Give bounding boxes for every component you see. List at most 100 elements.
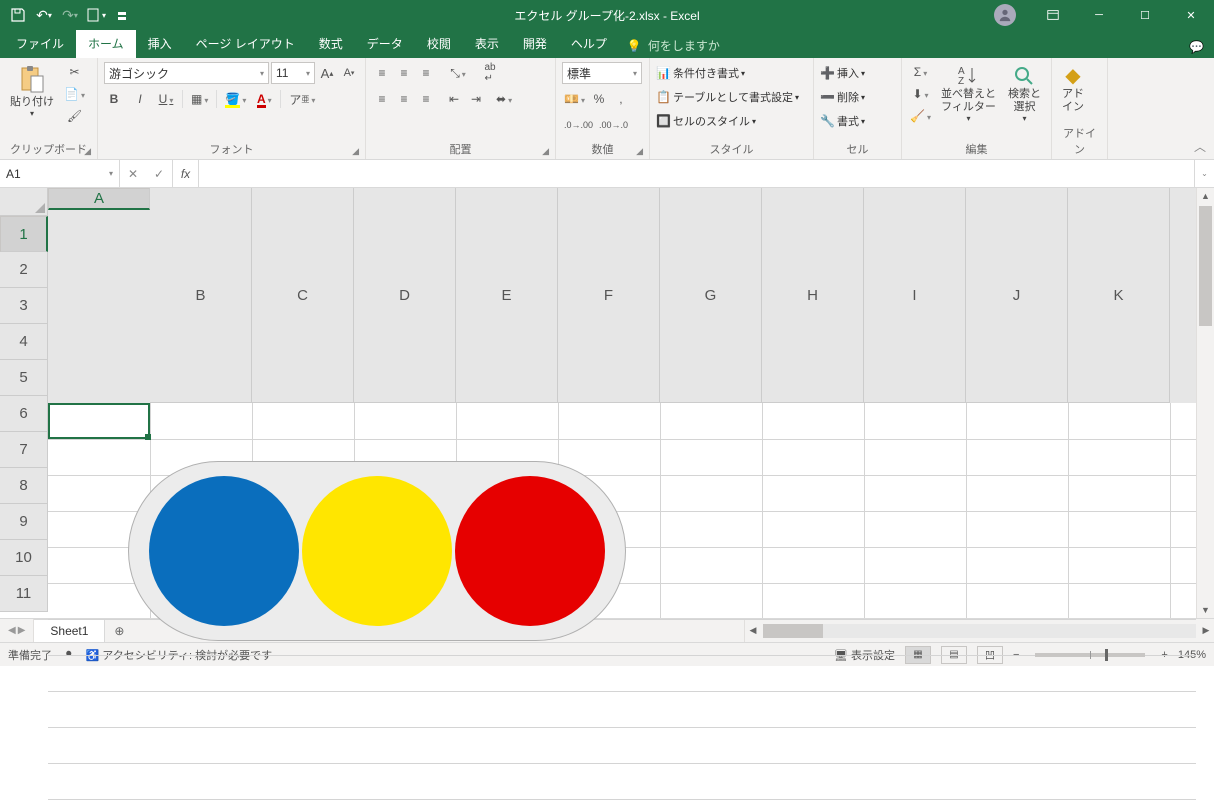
insert-cells-button[interactable]: ➕挿入▾ — [820, 62, 865, 84]
scroll-up-button[interactable]: ▲ — [1197, 188, 1214, 204]
comma-button[interactable]: , — [611, 89, 631, 109]
row-header-7[interactable]: 7 — [0, 432, 48, 468]
vscroll-thumb[interactable] — [1199, 206, 1212, 326]
fill-handle[interactable] — [145, 434, 151, 440]
tab-file[interactable]: ファイル — [4, 29, 76, 58]
redo-button[interactable]: ↷▾ — [58, 3, 82, 27]
shape-circle-blue[interactable] — [149, 476, 299, 626]
align-middle-button[interactable]: ≡ — [394, 63, 414, 83]
row-header-3[interactable]: 3 — [0, 288, 48, 324]
column-header-H[interactable]: H — [762, 188, 864, 403]
row-header-4[interactable]: 4 — [0, 324, 48, 360]
cells-area[interactable] — [48, 403, 1196, 618]
bold-button[interactable]: B — [104, 89, 124, 109]
increase-indent-button[interactable]: ⇥ — [466, 89, 486, 109]
scroll-down-button[interactable]: ▼ — [1197, 602, 1214, 618]
accounting-button[interactable]: 💴 — [562, 89, 587, 109]
tab-help[interactable]: ヘルプ — [559, 29, 619, 58]
align-left-button[interactable]: ≡ — [372, 89, 392, 109]
fill-button[interactable]: ⬇ — [908, 84, 933, 104]
maximize-button[interactable]: ☐ — [1122, 0, 1168, 30]
row-header-8[interactable]: 8 — [0, 468, 48, 504]
collapse-ribbon-button[interactable]: ︿ — [1194, 138, 1206, 155]
ribbon-options-button[interactable] — [1030, 0, 1076, 30]
orientation-button[interactable]: ⤡ — [448, 63, 468, 83]
fill-color-button[interactable]: 🪣 — [223, 89, 248, 109]
find-select-button[interactable]: 検索と 選択▾ — [1004, 62, 1045, 126]
decrease-indent-button[interactable]: ⇤ — [444, 89, 464, 109]
hscroll-right-button[interactable]: ▶ — [1198, 625, 1214, 636]
tab-formulas[interactable]: 数式 — [307, 29, 355, 58]
decrease-decimal-button[interactable]: .00→.0 — [597, 115, 630, 135]
expand-formula-bar-button[interactable]: ⌄ — [1194, 160, 1214, 187]
font-size-select[interactable]: 11▾ — [271, 62, 315, 84]
phonetic-button[interactable]: ア亜 — [287, 89, 317, 109]
column-header-C[interactable]: C — [252, 188, 354, 403]
tab-review[interactable]: 校閲 — [415, 29, 463, 58]
tell-me-search[interactable]: 💡 何をしますか — [627, 37, 720, 58]
qat-customize-button[interactable]: 〓 — [110, 3, 134, 27]
increase-font-button[interactable]: A▴ — [317, 63, 337, 83]
tab-developer[interactable]: 開発 — [511, 29, 559, 58]
vertical-scrollbar[interactable]: ▲ ▼ — [1196, 188, 1214, 618]
save-icon[interactable] — [6, 3, 30, 27]
clear-button[interactable]: 🧹 — [908, 106, 933, 126]
column-header-D[interactable]: D — [354, 188, 456, 403]
italic-button[interactable]: I — [130, 89, 150, 109]
column-header-E[interactable]: E — [456, 188, 558, 403]
align-right-button[interactable]: ≡ — [416, 89, 436, 109]
row-header-5[interactable]: 5 — [0, 360, 48, 396]
row-header-2[interactable]: 2 — [0, 252, 48, 288]
increase-decimal-button[interactable]: .0→.00 — [562, 115, 595, 135]
select-all-button[interactable] — [0, 188, 48, 216]
underline-button[interactable]: U — [156, 89, 176, 109]
align-top-button[interactable]: ≡ — [372, 63, 392, 83]
percent-button[interactable]: % — [589, 89, 609, 109]
new-sheet-button[interactable]: ⊕ — [105, 619, 133, 642]
cell-styles-button[interactable]: 🔲セルのスタイル▾ — [656, 110, 756, 132]
close-button[interactable]: ✕ — [1168, 0, 1214, 30]
sheet-nav[interactable]: ◀▶ — [0, 619, 34, 642]
tab-pagelayout[interactable]: ページ レイアウト — [184, 29, 307, 58]
row-header-1[interactable]: 1 — [0, 216, 48, 252]
tab-home[interactable]: ホーム — [76, 29, 136, 58]
alignment-launcher[interactable]: ◢ — [542, 146, 549, 157]
enter-formula-button[interactable]: ✓ — [146, 167, 172, 181]
number-format-select[interactable]: 標準▾ — [562, 62, 642, 84]
sheet-tab-1[interactable]: Sheet1 — [34, 619, 105, 642]
format-cells-button[interactable]: 🔧書式▾ — [820, 110, 865, 132]
column-header-J[interactable]: J — [966, 188, 1068, 403]
fx-icon[interactable]: fx — [173, 160, 199, 187]
shape-circle-yellow[interactable] — [302, 476, 452, 626]
row-header-9[interactable]: 9 — [0, 504, 48, 540]
tab-view[interactable]: 表示 — [463, 29, 511, 58]
minimize-button[interactable]: ─ — [1076, 0, 1122, 30]
align-bottom-button[interactable]: ≡ — [416, 63, 436, 83]
tab-insert[interactable]: 挿入 — [136, 29, 184, 58]
decrease-font-button[interactable]: A▾ — [339, 63, 359, 83]
paste-button[interactable]: 貼り付け ▾ — [6, 62, 58, 121]
merge-button[interactable]: ⬌ — [494, 89, 514, 109]
autosum-button[interactable]: Σ — [908, 62, 933, 82]
column-header-F[interactable]: F — [558, 188, 660, 403]
borders-button[interactable]: ▦ — [189, 89, 210, 109]
sort-filter-button[interactable]: AZ 並べ替えと フィルター▾ — [937, 62, 1000, 126]
column-header-A[interactable]: A — [48, 188, 150, 210]
tab-data[interactable]: データ — [355, 29, 415, 58]
hscroll-left-button[interactable]: ◀ — [745, 625, 761, 636]
qat-button[interactable]: ▾ — [84, 3, 108, 27]
format-as-table-button[interactable]: 📋テーブルとして書式設定▾ — [656, 86, 799, 108]
font-launcher[interactable]: ◢ — [352, 146, 359, 157]
cut-button[interactable]: ✂ — [62, 62, 87, 82]
column-header-K[interactable]: K — [1068, 188, 1170, 403]
formula-bar[interactable] — [199, 160, 1194, 187]
cancel-formula-button[interactable]: ✕ — [120, 167, 146, 181]
column-header-I[interactable]: I — [864, 188, 966, 403]
shape-circle-red[interactable] — [455, 476, 605, 626]
column-header-G[interactable]: G — [660, 188, 762, 403]
align-center-button[interactable]: ≡ — [394, 89, 414, 109]
wrap-text-button[interactable]: ab↵ — [480, 63, 500, 83]
zoom-slider[interactable] — [1035, 653, 1145, 657]
addins-button[interactable]: ◆ アド イン — [1058, 62, 1088, 116]
delete-cells-button[interactable]: ➖削除▾ — [820, 86, 865, 108]
